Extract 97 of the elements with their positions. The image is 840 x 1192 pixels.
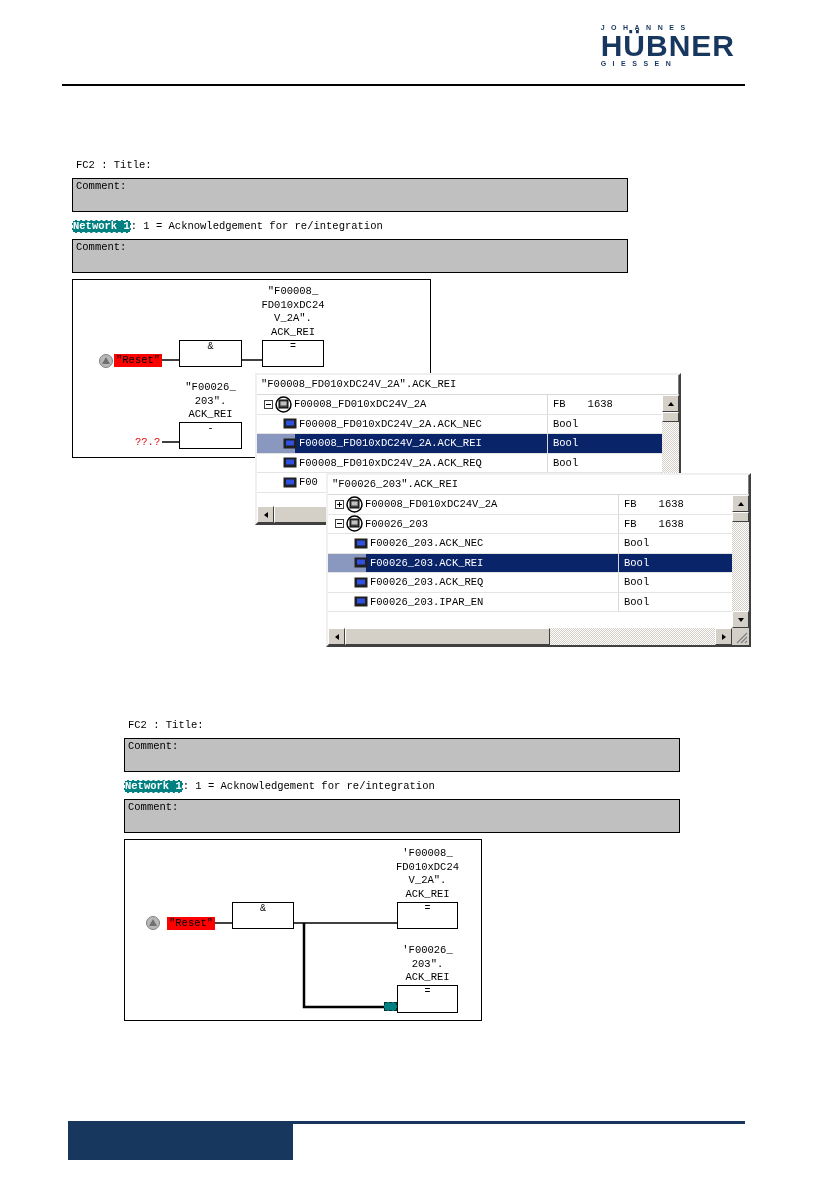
scroll-thumb[interactable]	[662, 412, 679, 422]
comment-field[interactable]: Comment:	[124, 799, 680, 833]
and-block: &	[179, 340, 242, 367]
symbol-name: F00026_203	[365, 517, 428, 530]
coil-address: "F00026_ 203". ACK_REI	[184, 380, 237, 421]
symbol-name: F00026_203.ACK_REI	[370, 556, 484, 569]
network-title: : 1 = Acknowledgement for re/integration	[182, 780, 435, 793]
contact-label: "Reset"	[114, 354, 163, 367]
symbol-name: F00008_FD010xDC24V_2A.ACK_REI	[299, 437, 482, 450]
block-icon	[346, 515, 363, 533]
up-arrow-icon	[736, 500, 745, 507]
connector-marker	[384, 1002, 397, 1011]
symbol-row[interactable]: F00008_FD010xDC24V_2A FB 1638	[328, 495, 732, 515]
symbol-row[interactable]: F00026_203.IPAR_EN Bool	[328, 592, 732, 612]
contact-label: "Reset"	[167, 917, 216, 930]
comment-field[interactable]: Comment:	[72, 239, 628, 273]
block-number: 1638	[587, 398, 613, 411]
symbol-type: Bool	[624, 595, 650, 608]
symbol-name: F00026_203.ACK_NEC	[370, 537, 484, 550]
symbol-row[interactable]: F00008_FD010xDC24V_2A.ACK_REI Bool	[257, 434, 662, 454]
input-label: ??.?	[135, 436, 161, 449]
scroll-right-button[interactable]	[715, 628, 732, 645]
down-arrow-icon	[736, 616, 745, 623]
variable-icon	[283, 457, 297, 469]
variable-icon	[354, 557, 368, 569]
variable-icon	[283, 476, 297, 488]
wire	[161, 441, 180, 443]
variable-icon	[283, 437, 297, 449]
coil-address: "F00008_ FD010xDC24 V_2A". ACK_REI	[260, 285, 326, 339]
logo-wordmark: HÜBNER	[600, 32, 735, 60]
coil-block: -	[179, 422, 242, 449]
expand-icon[interactable]	[335, 499, 344, 509]
block-title: FC2 : Title:	[127, 718, 205, 732]
variable-icon	[283, 418, 297, 430]
symbol-row[interactable]: F00026_203.ACK_REQ Bool	[328, 573, 732, 593]
symbol-type: Bool	[624, 556, 650, 569]
symbol-name: F00008_FD010xDC24V_2A.ACK_NEC	[299, 417, 482, 430]
scroll-left-button[interactable]	[328, 628, 345, 645]
scroll-up-button[interactable]	[732, 495, 749, 512]
scroll-left-button[interactable]	[257, 506, 274, 523]
network-title: : 1 = Acknowledgement for re/integration	[130, 220, 383, 233]
coil-address: 'F00026_ 203". ACK_REI	[401, 943, 454, 984]
contact-icon	[99, 354, 113, 368]
wire	[213, 922, 233, 924]
symbol-row[interactable]: F00026_203 FB 1638	[328, 514, 732, 534]
collapse-icon[interactable]	[335, 519, 344, 529]
variable-icon	[354, 537, 368, 549]
symbol-row[interactable]: F00008_FD010xDC24V_2A.ACK_REQ Bool	[257, 453, 662, 473]
up-arrow-icon	[666, 400, 675, 407]
vertical-scrollbar[interactable]	[732, 495, 749, 628]
scroll-thumb[interactable]	[345, 628, 550, 645]
block-title: FC2 : Title:	[75, 158, 153, 172]
contact-icon	[146, 916, 160, 930]
variable-icon	[354, 576, 368, 588]
horizontal-scrollbar[interactable]	[328, 628, 749, 645]
variable-icon	[354, 596, 368, 608]
block-number: 1638	[658, 498, 684, 511]
resize-grip-icon[interactable]	[732, 628, 749, 645]
comment-field[interactable]: Comment:	[72, 178, 628, 212]
left-arrow-icon	[333, 632, 340, 641]
wire	[241, 359, 263, 361]
symbol-type: FB	[624, 517, 637, 530]
symbol-name: F00008_FD010xDC24V_2A	[365, 498, 498, 511]
scroll-down-button[interactable]	[732, 611, 749, 628]
left-arrow-icon	[262, 510, 269, 519]
symbol-row[interactable]: F00026_203.ACK_NEC Bool	[328, 534, 732, 554]
symbol-type: FB	[553, 398, 566, 411]
scroll-up-button[interactable]	[662, 395, 679, 412]
symbol-name: F00026_203.ACK_REQ	[370, 576, 484, 589]
collapse-icon[interactable]	[264, 399, 273, 409]
block-icon	[346, 495, 363, 513]
symbol-row[interactable]: F00008_FD010xDC24V_2A FB 1638	[257, 395, 662, 415]
coil-address: 'F00008_ FD010xDC24 V_2A". ACK_REI	[395, 847, 460, 901]
symbol-row[interactable]: F00008_FD010xDC24V_2A.ACK_NEC Bool	[257, 414, 662, 434]
symbol-name: F00	[299, 476, 318, 489]
symbol-type: Bool	[553, 437, 579, 450]
block-icon	[275, 395, 292, 413]
coil-block: =	[262, 340, 324, 367]
symbol-type: Bool	[624, 576, 650, 589]
symbol-name: F00008_FD010xDC24V_2A	[294, 398, 427, 411]
coil-block: =	[397, 902, 458, 929]
symbol-name: F00008_FD010xDC24V_2A.ACK_REQ	[299, 456, 482, 469]
block-number: 1638	[658, 517, 684, 530]
network-badge: Network 1	[124, 780, 183, 793]
symbol-type: Bool	[553, 456, 579, 469]
scroll-thumb[interactable]	[732, 512, 749, 522]
coil-block: =	[397, 985, 458, 1013]
network-badge: Network 1	[72, 220, 131, 233]
symbol-name: F00026_203.IPAR_EN	[370, 595, 484, 608]
right-arrow-icon	[720, 632, 727, 641]
symbol-type: Bool	[624, 537, 650, 550]
comment-field[interactable]: Comment:	[124, 738, 680, 772]
symbol-row[interactable]: F00026_203.ACK_REI Bool	[328, 553, 732, 573]
symbol-type: Bool	[553, 417, 579, 430]
and-block: &	[232, 902, 294, 929]
wire	[161, 359, 180, 361]
symbol-type: FB	[624, 498, 637, 511]
